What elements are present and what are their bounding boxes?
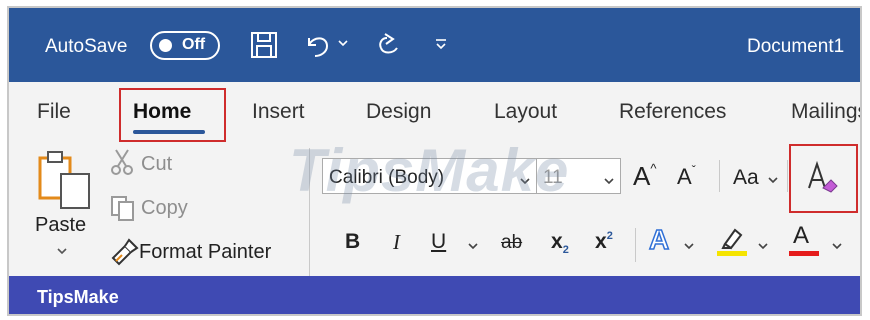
- font-color-button[interactable]: A: [793, 222, 809, 250]
- format-painter-label[interactable]: Format Painter: [139, 241, 271, 264]
- font-color-chevron-down-icon[interactable]: [831, 238, 843, 256]
- autosave-state: Off: [182, 36, 206, 53]
- underline-button[interactable]: U: [431, 230, 446, 254]
- group-separator: [787, 160, 788, 192]
- font-name-chevron-down-icon: [519, 173, 531, 191]
- paste-dropdown-icon[interactable]: [55, 244, 69, 263]
- bold-button[interactable]: B: [345, 230, 360, 254]
- copy-label: Copy: [141, 197, 188, 219]
- change-case-label: Aa: [733, 166, 759, 189]
- font-name-value: Calibri (Body): [329, 167, 445, 188]
- subscript-label: x: [551, 230, 563, 253]
- strikethrough-button[interactable]: ab: [501, 232, 522, 254]
- tab-mailings[interactable]: Mailings: [791, 100, 860, 124]
- change-case-chevron-down-icon[interactable]: [767, 172, 779, 190]
- group-separator: [309, 148, 310, 276]
- brand-strip: TipsMake: [9, 276, 860, 314]
- toggle-knob: [159, 39, 172, 52]
- redo-icon[interactable]: [373, 30, 405, 65]
- subscript-mark: 2: [562, 244, 569, 256]
- clear-formatting-highlight: [789, 144, 858, 213]
- text-effects-chevron-down-icon[interactable]: [683, 238, 695, 256]
- word-window: AutoSave Off Document1 File Home Insert …: [7, 6, 862, 316]
- paste-icon[interactable]: [37, 148, 97, 217]
- grow-font-button[interactable]: A^: [633, 161, 656, 192]
- save-icon[interactable]: [249, 30, 279, 65]
- autosave-label: AutoSave: [45, 36, 128, 57]
- italic-button[interactable]: I: [393, 230, 400, 255]
- highlighter-chevron-down-icon[interactable]: [757, 238, 769, 256]
- font-size-chevron-down-icon: [603, 173, 615, 191]
- brand-label: TipsMake: [37, 287, 119, 307]
- format-painter-icon[interactable]: [109, 238, 139, 271]
- home-tab-highlight: [119, 88, 226, 142]
- cut-icon: [109, 148, 135, 181]
- change-case-button[interactable]: Aa: [733, 166, 759, 190]
- tab-design[interactable]: Design: [366, 100, 431, 124]
- tab-layout[interactable]: Layout: [494, 100, 557, 124]
- underline-chevron-down-icon[interactable]: [467, 238, 479, 256]
- font-name-dropdown[interactable]: Calibri (Body): [322, 158, 538, 194]
- subscript-button[interactable]: x2: [551, 230, 569, 256]
- font-size-dropdown[interactable]: 11: [536, 158, 621, 194]
- copy-icon: [109, 194, 137, 227]
- font-size-value: 11: [543, 167, 563, 188]
- tab-insert[interactable]: Insert: [252, 100, 305, 124]
- tab-references[interactable]: References: [619, 100, 726, 124]
- text-effects-button[interactable]: A: [648, 223, 670, 256]
- superscript-label: x: [595, 230, 607, 253]
- superscript-button[interactable]: x2: [595, 230, 613, 254]
- group-separator: [719, 160, 720, 192]
- tab-file[interactable]: File: [37, 100, 71, 124]
- superscript-mark: 2: [606, 230, 613, 242]
- shrink-font-button[interactable]: Aˇ: [677, 163, 696, 190]
- highlighter-icon[interactable]: [715, 224, 749, 263]
- autosave-toggle[interactable]: Off: [150, 31, 220, 60]
- caret-down-icon: ˇ: [691, 163, 696, 177]
- caret-up-icon: ^: [650, 161, 657, 176]
- shrink-font-label: A: [677, 164, 692, 189]
- undo-icon[interactable]: [301, 30, 333, 65]
- group-separator: [635, 228, 636, 262]
- document-title: Document1: [747, 36, 845, 57]
- cut-label: Cut: [141, 153, 173, 175]
- paste-label[interactable]: Paste: [35, 214, 86, 237]
- font-color-swatch: [789, 251, 819, 256]
- title-bar: AutoSave Off Document1: [9, 8, 860, 82]
- grow-font-label: A: [633, 161, 651, 191]
- undo-dropdown-icon[interactable]: [337, 36, 349, 54]
- customize-qat-icon[interactable]: [433, 36, 449, 57]
